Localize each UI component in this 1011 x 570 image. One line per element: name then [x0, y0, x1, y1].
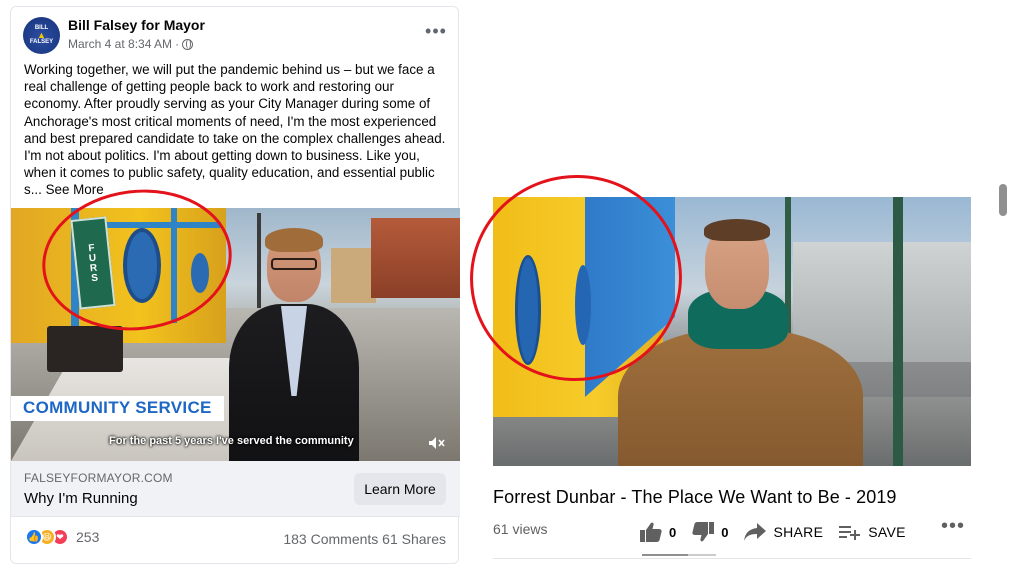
video-actions: 0 0 SHARE SAVE: [640, 518, 922, 546]
like-icon: 👍: [25, 528, 43, 546]
video-caption: For the past 5 years I've served the com…: [109, 435, 354, 447]
learn-more-button[interactable]: Learn More: [354, 473, 446, 505]
post-body: Working together, we will put the pandem…: [24, 61, 449, 199]
post-timestamp[interactable]: March 4 at 8:34 AM: [68, 37, 172, 51]
like-sentiment-fill: [642, 554, 688, 556]
scrollbar-track[interactable]: [995, 184, 1011, 570]
thumbs-up-icon: [640, 522, 662, 542]
metadata-divider: [493, 558, 971, 559]
post-header: BILL ▲ FALSEY Bill Falsey for Mayor Marc…: [23, 15, 448, 57]
like-button[interactable]: 0: [640, 522, 676, 542]
reaction-count: 253: [76, 529, 100, 545]
community-service-label: COMMUNITY SERVICE: [11, 396, 224, 421]
globe-icon: [182, 38, 194, 50]
more-actions-icon[interactable]: •••: [940, 516, 966, 542]
thumbs-down-icon: [692, 522, 715, 542]
avatar-logo-mark: ▲: [37, 30, 46, 40]
avatar-logo-text-2: FALSEY: [29, 39, 54, 45]
video-title: Forrest Dunbar - The Place We Want to Be…: [493, 487, 897, 507]
link-title[interactable]: Why I'm Running: [24, 490, 138, 507]
dislike-count: 0: [721, 524, 729, 540]
mute-icon[interactable]: [428, 436, 446, 450]
see-more-link[interactable]: See More: [46, 182, 104, 197]
like-count: 0: [669, 524, 677, 540]
scrollbar-thumb[interactable]: [999, 184, 1007, 216]
view-count: 61 views: [493, 521, 548, 537]
more-options-icon[interactable]: •••: [424, 22, 448, 45]
post-footer: 👍 😆 ❤ 253 183 Comments 61 Shares: [11, 519, 460, 559]
comments-shares-stats[interactable]: 183 Comments 61 Shares: [283, 531, 446, 547]
link-preview[interactable]: FALSEYFORMAYOR.COM Why I'm Running Learn…: [11, 461, 460, 517]
save-button[interactable]: SAVE: [839, 524, 906, 540]
video-scene-building-brick: [371, 218, 460, 298]
share-arrow-icon: [744, 523, 767, 541]
share-button[interactable]: SHARE: [744, 523, 823, 541]
link-domain: FALSEYFORMAYOR.COM: [24, 471, 173, 485]
video-scene-traffic-pole: [893, 197, 903, 466]
post-text: Working together, we will put the pandem…: [24, 62, 446, 198]
video-scene-trash-bin: [47, 326, 123, 372]
reactions-summary[interactable]: 👍 😆 ❤ 253: [25, 528, 99, 546]
page-name[interactable]: Bill Falsey for Mayor: [68, 17, 205, 33]
page-avatar[interactable]: BILL ▲ FALSEY: [23, 17, 60, 54]
meta-separator: ·: [175, 37, 180, 51]
dislike-button[interactable]: 0: [692, 522, 728, 542]
save-label: SAVE: [868, 524, 906, 540]
playlist-add-icon: [839, 526, 861, 540]
video-speaker: [223, 222, 363, 461]
post-meta: March 4 at 8:34 AM ·: [68, 37, 194, 51]
share-label: SHARE: [773, 524, 824, 540]
